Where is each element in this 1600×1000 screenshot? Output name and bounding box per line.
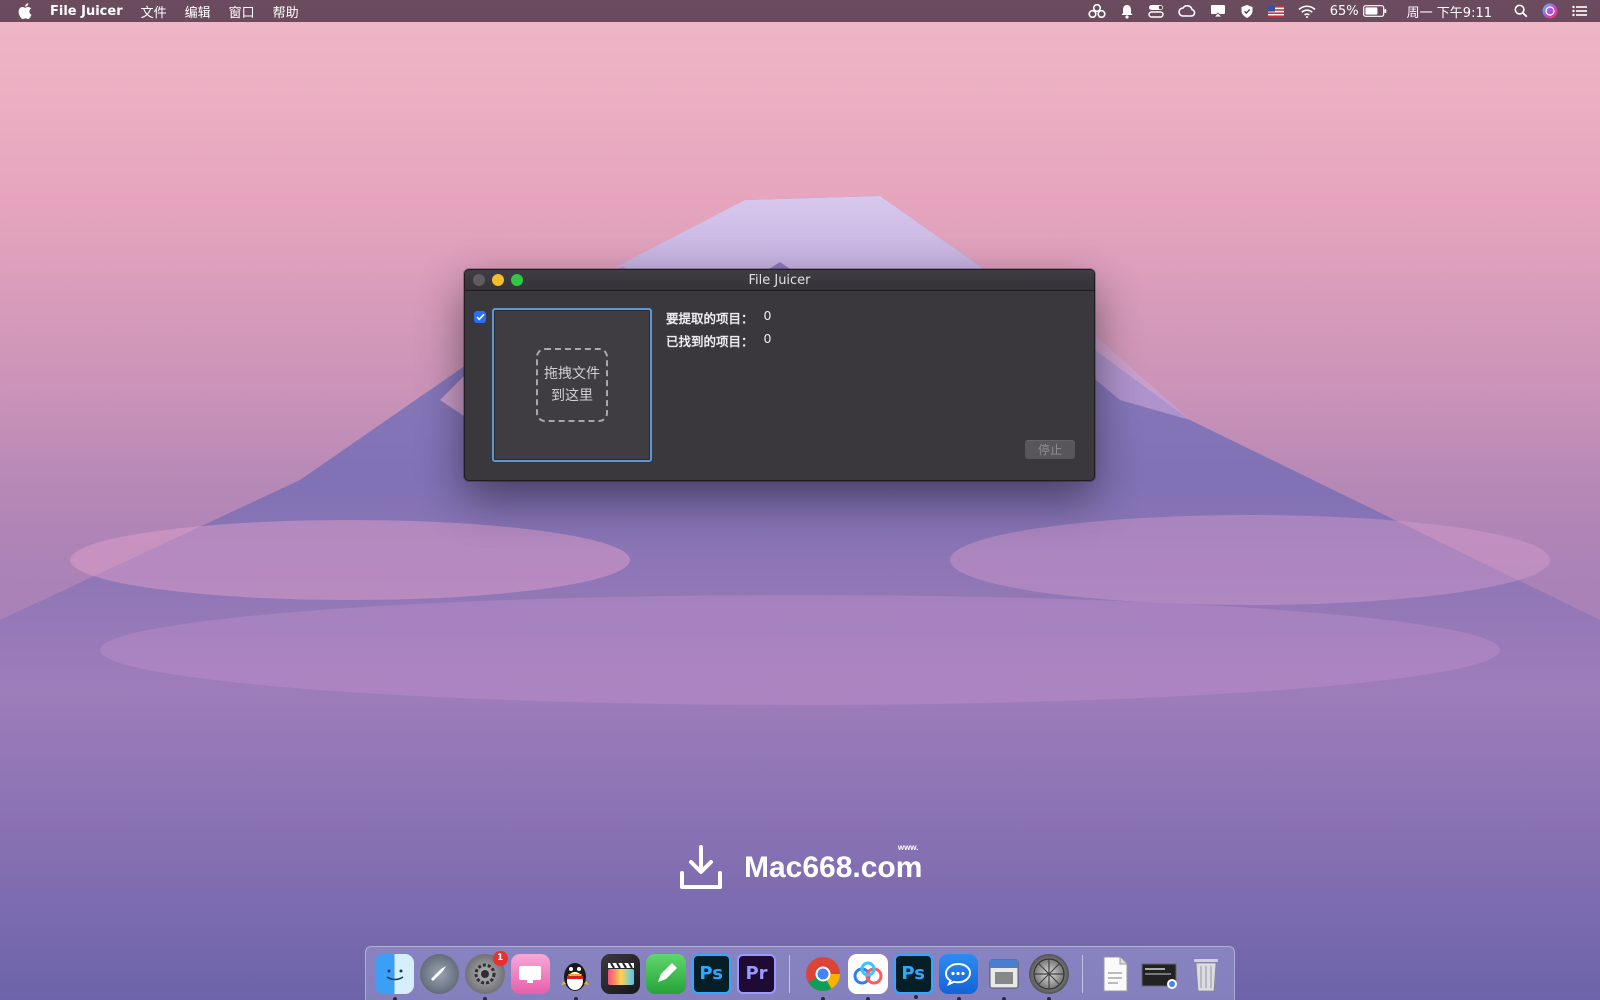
launchpad-icon[interactable] (420, 953, 460, 994)
items-found-label: 已找到的项目： (666, 334, 754, 349)
archive-utility-icon[interactable] (984, 954, 1023, 1000)
menu-bar: File Juicer 文件 编辑 窗口 帮助 65% 周一 下午9:11 (0, 0, 1600, 22)
toggle-icon[interactable] (1148, 4, 1164, 18)
menu-file[interactable]: 文件 (141, 2, 167, 21)
premiere-pro-icon[interactable]: Pr (736, 953, 777, 994)
watermark-www: www. (897, 843, 919, 852)
final-cut-pro-icon[interactable] (601, 953, 641, 994)
airplay-icon[interactable] (1210, 4, 1226, 18)
notification-badge: 1 (492, 950, 508, 966)
aperture-app-icon[interactable] (1029, 953, 1069, 1000)
zoom-button[interactable] (511, 274, 523, 286)
system-preferences-icon[interactable]: 1 (465, 950, 508, 1000)
items-to-extract-value: 0 (763, 308, 772, 323)
menu-window[interactable]: 窗口 (229, 2, 255, 21)
apple-menu-icon[interactable] (18, 3, 32, 19)
downloads-stack-icon[interactable] (1141, 954, 1180, 994)
minimize-button[interactable] (492, 274, 504, 286)
items-found-value: 0 (763, 331, 772, 346)
cleanmymac-icon[interactable] (510, 953, 550, 994)
menu-edit[interactable]: 编辑 (185, 2, 211, 21)
trash-icon[interactable] (1186, 954, 1225, 994)
menu-help[interactable]: 帮助 (273, 2, 299, 21)
download-icon (680, 845, 722, 889)
drop-zone[interactable]: 拖拽文件 到这里 (492, 308, 652, 462)
qq-icon[interactable] (556, 954, 595, 1000)
cluster-icon[interactable] (1088, 4, 1106, 18)
us-flag-icon[interactable] (1267, 5, 1284, 17)
battery-icon[interactable] (1362, 5, 1387, 17)
items-found-row: 已找到的项目： 0 (666, 331, 771, 350)
drop-zone-label-line2: 到这里 (551, 388, 593, 404)
spotlight-search-icon[interactable] (1514, 4, 1528, 18)
close-button[interactable] (473, 274, 485, 286)
photoshop-active-icon[interactable]: Ps (893, 953, 933, 999)
creative-cloud-icon[interactable] (1177, 4, 1196, 18)
notification-center-icon[interactable] (1572, 5, 1588, 17)
watermark: www. Mac668.com (678, 843, 923, 891)
messages-icon[interactable] (938, 953, 979, 1000)
items-to-extract-label: 要提取的项目： (666, 311, 754, 326)
items-to-extract-row: 要提取的项目： 0 (666, 308, 771, 327)
bell-icon[interactable] (1120, 4, 1134, 19)
photoshop-icon[interactable]: Ps (691, 953, 731, 994)
stop-button[interactable]: 停止 (1025, 440, 1075, 459)
siri-icon[interactable] (1542, 3, 1558, 19)
dock-separator (789, 954, 791, 993)
chrome-icon[interactable] (803, 954, 842, 1000)
window-titlebar[interactable]: File Juicer (465, 270, 1094, 291)
clock[interactable]: 周一 下午9:11 (1407, 2, 1492, 21)
watermark-text: www. Mac668.com (744, 843, 923, 885)
enable-checkbox[interactable] (474, 311, 486, 323)
baidu-netdisk-icon[interactable] (848, 953, 888, 1000)
battery-percent[interactable]: 65% (1330, 4, 1359, 19)
app-name-menu[interactable]: File Juicer (50, 4, 123, 19)
checkmark-icon (475, 313, 485, 321)
window-title: File Juicer (748, 273, 811, 288)
dock: 1 Ps Pr Ps (365, 946, 1235, 1000)
watermark-domain: Mac668.com (744, 851, 923, 884)
shield-icon[interactable] (1240, 4, 1254, 19)
premiere-pro-label: Pr (745, 963, 768, 984)
finder-icon[interactable] (375, 953, 415, 1000)
photoshop-label: Ps (699, 963, 723, 984)
pen-app-icon[interactable] (646, 953, 686, 994)
photoshop-active-label: Ps (901, 963, 925, 984)
dock-separator-2 (1081, 954, 1083, 993)
document-icon[interactable] (1095, 954, 1134, 994)
drop-zone-placeholder: 拖拽文件 到这里 (536, 348, 608, 422)
file-juicer-window: File Juicer 拖拽文件 到这里 要提取的项目： 0 已找到的项目： 0… (464, 269, 1095, 481)
drop-zone-label-line1: 拖拽文件 (544, 366, 600, 382)
wifi-icon[interactable] (1298, 5, 1316, 18)
